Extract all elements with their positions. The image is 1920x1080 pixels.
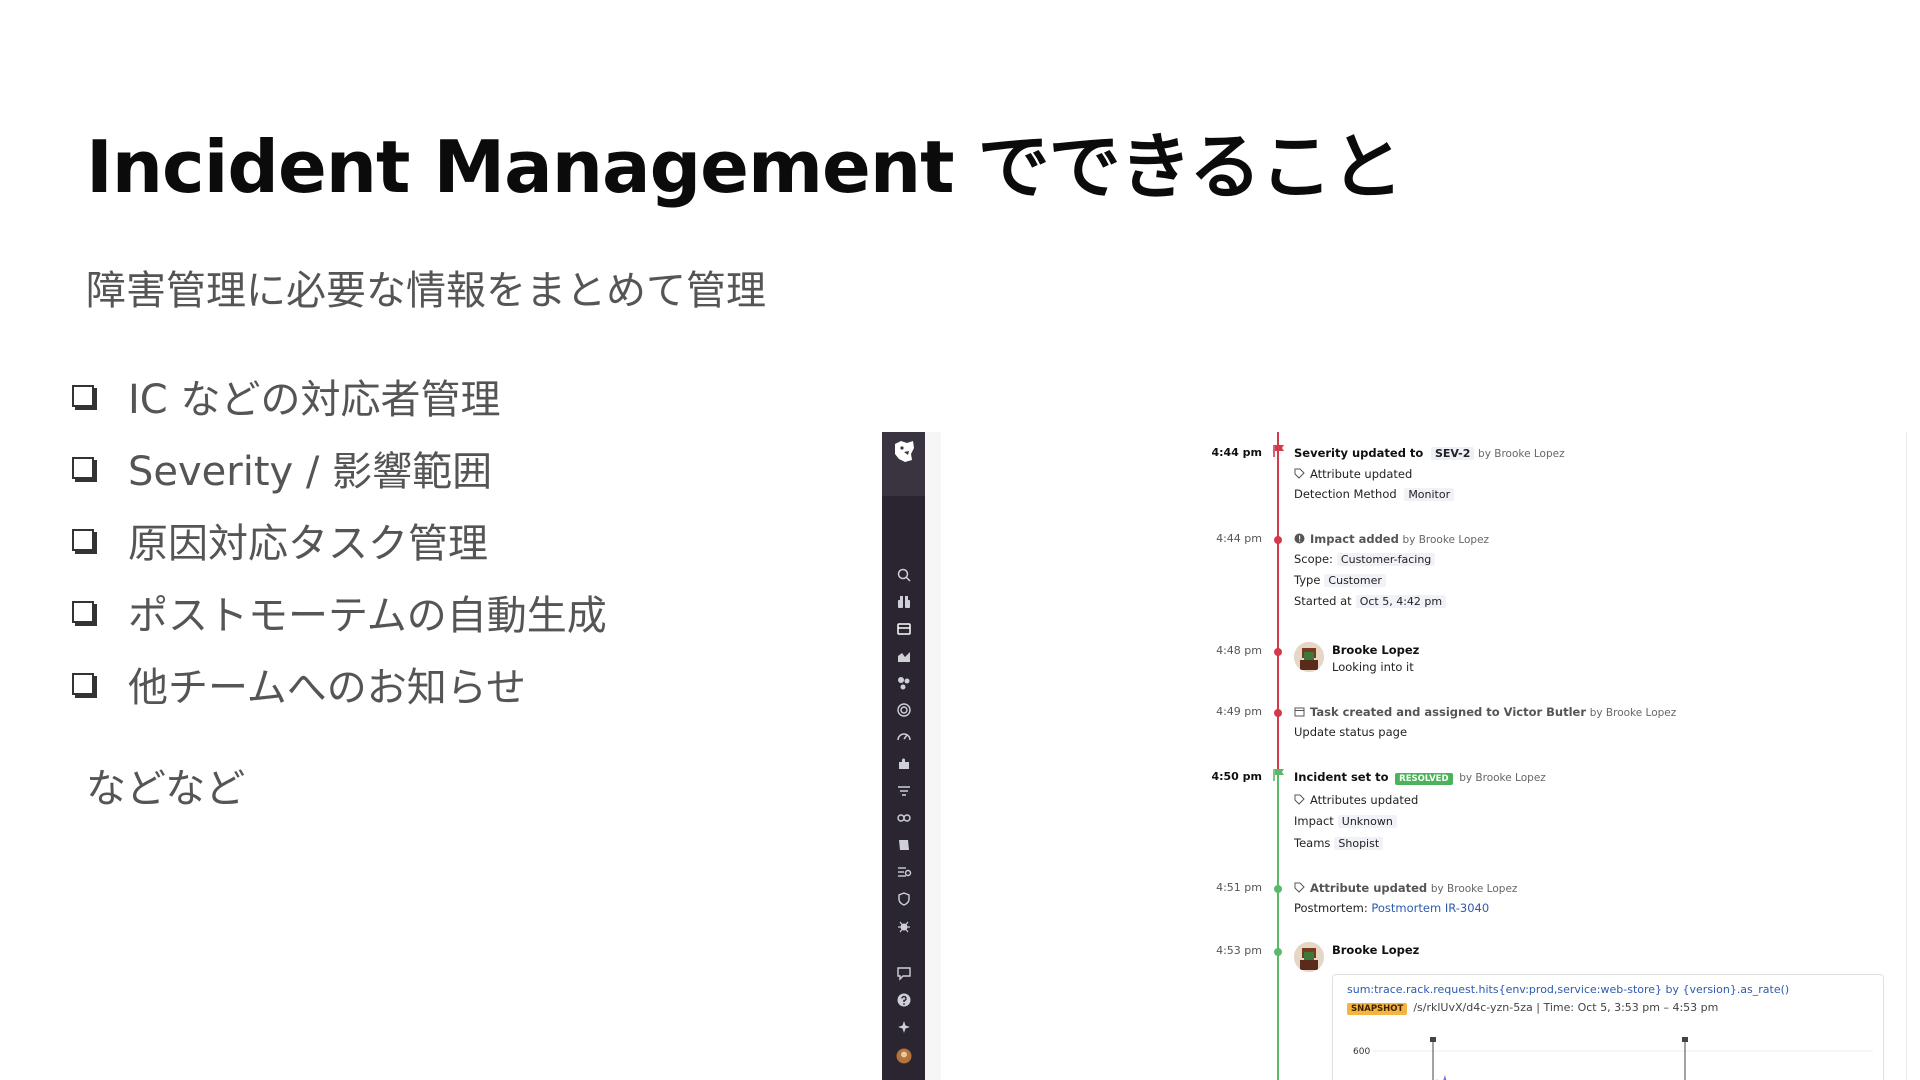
chart-icon[interactable] — [895, 647, 912, 664]
user-avatar[interactable] — [895, 1047, 912, 1064]
target-icon[interactable] — [895, 701, 912, 718]
event-time: 4:49 pm — [1216, 705, 1262, 718]
link-icon[interactable] — [895, 809, 912, 826]
tag-icon — [1294, 794, 1305, 805]
event-postmortem: Attribute updated by Brooke Lopez — [1294, 881, 1517, 895]
services-icon[interactable] — [895, 674, 912, 691]
tag-icon — [1294, 882, 1305, 893]
shield-icon[interactable] — [895, 890, 912, 907]
event-resolved: Incident set to RESOLVED by Brooke Lopez — [1294, 770, 1546, 785]
book-icon[interactable] — [895, 836, 912, 853]
event-time: 4:50 pm — [1211, 770, 1262, 783]
event-time: 4:53 pm — [1216, 944, 1262, 957]
status-badge: RESOLVED — [1395, 773, 1453, 785]
slide-title: Incident Management でできること — [86, 125, 1403, 209]
calendar-icon — [1294, 707, 1305, 717]
feature-list: IC などの対応者管理 Severity / 影響範囲 原因対応タスク管理 ポス… — [72, 360, 607, 720]
checkbox-icon — [72, 385, 94, 407]
user-avatar — [1294, 642, 1324, 672]
filter-icon[interactable] — [895, 782, 912, 799]
comment-text: Looking into it — [1332, 660, 1414, 674]
event-time: 4:48 pm — [1216, 644, 1262, 657]
checkbox-icon — [72, 529, 94, 551]
event-task: Task created and assigned to Victor Butl… — [1294, 705, 1676, 719]
feature-item: IC などの対応者管理 — [72, 360, 607, 432]
dashboard-icon[interactable] — [895, 620, 912, 637]
datadog-logo-icon — [895, 441, 914, 462]
feature-item: 原因対応タスク管理 — [72, 504, 607, 576]
bug-icon[interactable] — [895, 917, 912, 934]
timeline-line-red — [1277, 432, 1279, 770]
user-avatar — [1294, 942, 1324, 972]
search-icon[interactable] — [895, 566, 912, 583]
graph-snapshot-card[interactable]: sum:trace.rack.request.hits{env:prod,ser… — [1332, 974, 1884, 1080]
checkbox-icon — [72, 673, 94, 695]
comment-author: Brooke Lopez — [1332, 943, 1420, 957]
event-time: 4:44 pm — [1216, 532, 1262, 545]
gauge-icon[interactable] — [895, 728, 912, 745]
comment-author: Brooke Lopez — [1332, 643, 1420, 657]
metric-query[interactable]: sum:trace.rack.request.hits{env:prod,ser… — [1347, 983, 1789, 996]
timeline-line-green — [1277, 770, 1279, 1080]
feature-item: Severity / 影響範囲 — [72, 432, 607, 504]
feature-item: ポストモーテムの自動生成 — [72, 576, 607, 648]
tag-icon — [1294, 468, 1305, 479]
metric-graph — [1373, 1037, 1873, 1080]
chat-icon[interactable] — [895, 964, 912, 981]
flag-icon — [1273, 769, 1284, 781]
help-icon[interactable] — [895, 991, 912, 1008]
checkbox-icon — [72, 601, 94, 623]
binoculars-icon[interactable] — [895, 593, 912, 610]
incident-timeline-screenshot: 4:44 pm Severity updated to SEV-2 by Bro… — [882, 432, 1920, 1080]
app-sidebar — [882, 432, 925, 1080]
event-time: 4:44 pm — [1211, 446, 1262, 459]
event-impact: Impact added by Brooke Lopez — [1294, 532, 1489, 546]
feature-item: 他チームへのお知らせ — [72, 648, 607, 720]
info-icon — [1294, 533, 1305, 544]
event-severity: Severity updated to SEV-2 by Brooke Lope… — [1294, 446, 1565, 460]
logs-icon[interactable] — [895, 863, 912, 880]
severity-badge: SEV-2 — [1431, 447, 1475, 460]
slide-subtitle: 障害管理に必要な情報をまとめて管理 — [86, 268, 766, 314]
flag-icon — [1273, 445, 1284, 457]
event-time: 4:51 pm — [1216, 881, 1262, 894]
snapshot-badge: SNAPSHOT — [1347, 1003, 1408, 1015]
checkbox-icon — [72, 457, 94, 479]
etc-text: などなど — [86, 766, 246, 812]
puzzle-icon[interactable] — [895, 755, 912, 772]
postmortem-link[interactable]: Postmortem IR-3040 — [1371, 901, 1489, 915]
sparkle-icon[interactable] — [895, 1018, 912, 1035]
